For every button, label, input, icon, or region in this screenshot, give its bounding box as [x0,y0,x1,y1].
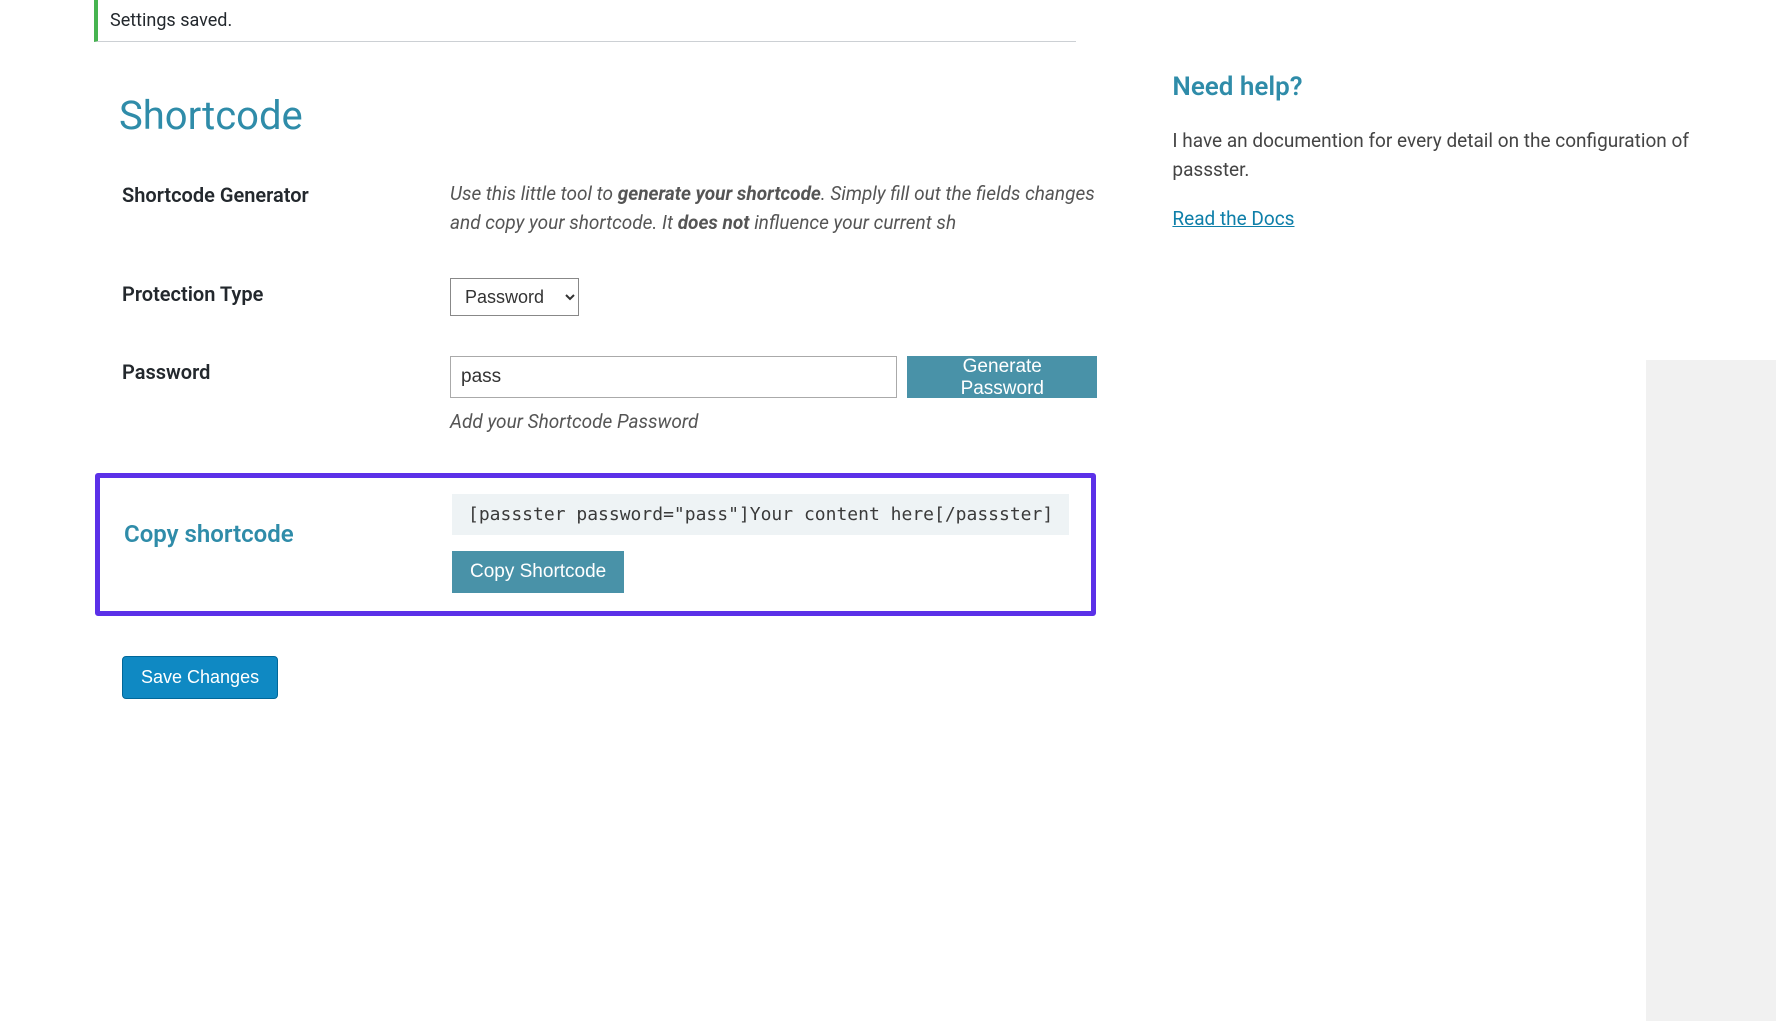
label-copy-shortcode: Copy shortcode [124,520,294,548]
copy-shortcode-button[interactable]: Copy Shortcode [452,551,624,593]
row-shortcode-generator: Shortcode Generator Use this little tool… [94,179,1097,238]
label-shortcode-generator: Shortcode Generator [122,183,309,207]
shortcode-generator-description: Use this little tool to generate your sh… [450,179,1097,238]
shortcode-output: [passster password="pass"]Your content h… [452,494,1069,535]
save-changes-button[interactable]: Save Changes [122,656,278,699]
settings-saved-notice: Settings saved. [94,0,1076,42]
row-protection-type: Protection Type Password [94,278,1097,316]
password-input[interactable] [450,356,897,398]
read-docs-link[interactable]: Read the Docs [1172,207,1294,230]
password-help-text: Add your Shortcode Password [450,410,1097,433]
label-protection-type: Protection Type [122,282,263,306]
sidebar-heading: Need help? [1172,72,1716,102]
label-password: Password [122,360,210,384]
copy-shortcode-box: Copy shortcode [passster password="pass"… [95,473,1096,616]
page-title: Shortcode [119,92,1097,139]
notice-message: Settings saved. [110,10,232,31]
sidebar-text: I have an documention for every detail o… [1172,126,1716,185]
row-password: Password Generate Password Add your Shor… [94,356,1097,433]
protection-type-select[interactable]: Password [450,278,579,316]
generate-password-button[interactable]: Generate Password [907,356,1097,398]
right-gutter [1646,360,1776,1021]
